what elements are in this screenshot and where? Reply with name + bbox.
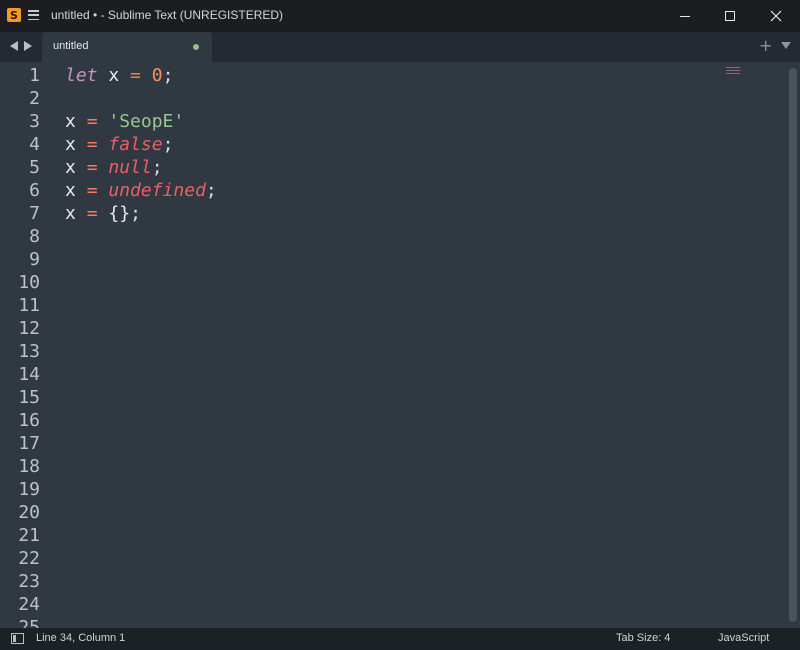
line-number: 8 [29,226,40,247]
vertical-scrollbar[interactable] [789,68,797,622]
code-token: x [65,180,87,201]
tab-list-dropdown-icon[interactable] [781,42,791,49]
line-number: 16 [18,410,40,431]
new-tab-plus-icon[interactable]: + [759,37,772,55]
unsaved-changes-dot-icon[interactable] [193,44,199,50]
code-line[interactable]: x = {}; [65,202,141,225]
code-token: ; [130,203,141,224]
line-number: 7 [29,203,40,224]
tab-label: untitled [53,40,89,52]
code-token: x [65,134,87,155]
code-token: = [86,134,98,155]
syntax-selector[interactable]: JavaScript [718,632,769,644]
window-title: untitled • - Sublime Text (UNREGISTERED) [51,8,284,22]
code-line[interactable]: x = false; [65,133,173,156]
close-button[interactable] [753,0,799,32]
tab-size-selector[interactable]: Tab Size: 4 [616,632,670,644]
line-number: 15 [18,387,40,408]
code-token: x [65,203,87,224]
code-token: ; [162,65,174,86]
code-line[interactable]: x = 'SeopE' [65,110,184,133]
code-token: {} [108,203,131,224]
code-token: null [108,157,152,178]
code-token: x [97,65,131,86]
code-token: undefined [108,180,206,201]
toggle-side-bar-icon[interactable] [11,633,24,644]
line-number: 19 [18,479,40,500]
editor-area[interactable]: 1 2 3 4 5 6 7 8 9 10 11 12 13 14 15 16 17 18 19 20 21 22 23 24 2… [0,62,800,628]
maximize-icon [725,11,735,21]
line-number: 10 [18,272,40,293]
line-number: 6 [29,180,40,201]
code-token: ; [151,157,163,178]
code-token: 'SeopE' [108,111,185,132]
code-token: = [86,111,98,132]
close-icon [770,10,782,22]
code-token: ; [205,180,217,201]
maximize-button[interactable] [707,0,753,32]
cursor-position[interactable]: Line 34, Column 1 [36,632,125,644]
minimap[interactable] [726,67,740,79]
title-bar: S untitled • - Sublime Text (UNREGISTERE… [0,0,800,32]
code-line[interactable]: let x = 0; [65,64,173,87]
code-token: x [65,111,87,132]
code-token: false [108,134,163,155]
code-line[interactable]: x = null; [65,156,163,179]
code-token: = [86,157,98,178]
line-number: 3 [29,111,40,132]
minimize-icon [680,15,690,17]
code-token: 0 [151,65,163,86]
line-number: 1 [29,65,40,86]
code-token: ; [162,134,174,155]
tab-untitled[interactable]: untitled [42,32,212,62]
status-bar: Line 34, Column 1 Tab Size: 4 JavaScript [0,628,800,650]
code-line[interactable]: x = undefined; [65,179,217,202]
line-number: 5 [29,157,40,178]
line-number: 17 [18,433,40,454]
code-token: x [65,157,87,178]
line-number: 21 [18,525,40,546]
tab-bar: untitled + [0,32,800,62]
line-number: 11 [18,295,40,316]
line-number: 23 [18,571,40,592]
line-number: 14 [18,364,40,385]
line-number: 22 [18,548,40,569]
line-number: 20 [18,502,40,523]
sublime-text-app-icon: S [7,8,21,22]
previous-tab-arrow-icon[interactable] [10,41,18,51]
line-number: 2 [29,88,40,109]
hamburger-menu-icon[interactable] [28,9,39,21]
line-number: 25 [18,617,40,628]
next-tab-arrow-icon[interactable] [24,41,32,51]
line-number: 18 [18,456,40,477]
minimize-button[interactable] [662,0,708,32]
line-number: 4 [29,134,40,155]
code-token: = [86,203,98,224]
line-number: 13 [18,341,40,362]
line-number: 9 [29,249,40,270]
line-number: 12 [18,318,40,339]
code-token: let [65,65,98,86]
code-token: = [130,65,141,86]
line-number: 24 [18,594,40,615]
code-token: = [86,180,98,201]
